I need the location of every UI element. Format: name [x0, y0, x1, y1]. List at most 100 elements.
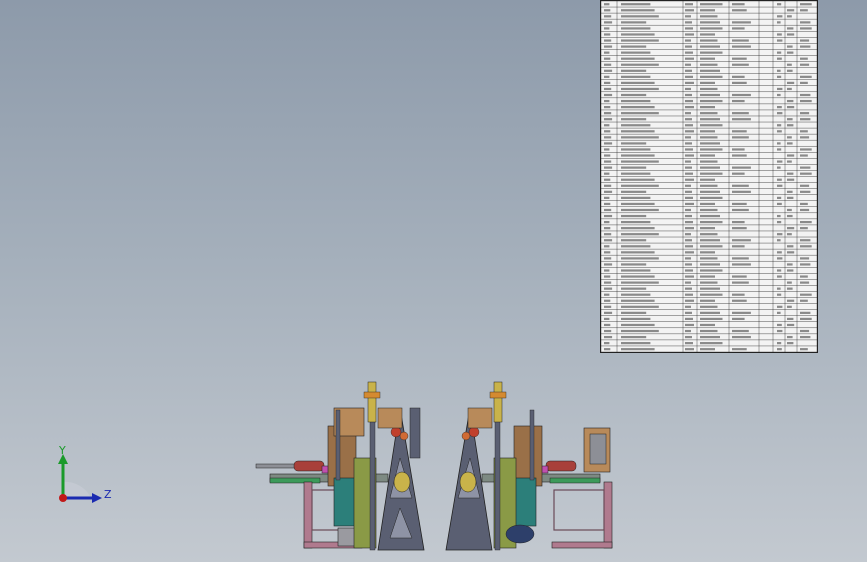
- bom-cell-text: [800, 311, 811, 314]
- bom-cell-text: [604, 87, 612, 91]
- bom-cell-text: [604, 305, 612, 308]
- bom-cell-text: [800, 317, 812, 321]
- bom-cell-text: [685, 51, 693, 54]
- bom-cell-text: [604, 166, 613, 169]
- graphics-viewport[interactable]: Y Z: [0, 0, 867, 562]
- bom-cell-text: [604, 178, 611, 181]
- bom-cell-text: [777, 21, 781, 24]
- bom-cell-text: [604, 263, 613, 266]
- bom-cell-text: [621, 57, 655, 60]
- bom-cell-text: [700, 124, 723, 127]
- bom-cell-text: [685, 208, 691, 212]
- frame-post: [369, 409, 376, 551]
- bom-cell-text: [604, 329, 612, 333]
- bom-cell-text: [777, 311, 781, 314]
- bom-cell-text: [621, 239, 647, 242]
- bom-cell-text: [732, 220, 745, 224]
- bom-cell-text: [777, 87, 783, 91]
- bom-cell-text: [787, 9, 795, 12]
- bom-cell-text: [621, 263, 647, 266]
- bom-cell-text: [777, 305, 783, 308]
- bom-cell-text: [700, 75, 723, 78]
- bom-cell-text: [604, 136, 612, 139]
- bom-cell-text: [604, 323, 611, 327]
- y-label: Y: [58, 444, 66, 457]
- bom-cell-text: [685, 130, 694, 133]
- orange-gear: [461, 431, 471, 441]
- bill-of-materials-table[interactable]: [600, 0, 818, 353]
- bom-cell-text: [800, 166, 811, 169]
- bom-cell-text: [685, 15, 691, 18]
- bom-cell-text: [787, 305, 792, 308]
- bom-cell-text: [787, 299, 795, 302]
- stand-foot: [551, 541, 613, 549]
- assembly-model[interactable]: [250, 378, 620, 553]
- bom-cell-text: [604, 33, 611, 36]
- bom-cell-text: [621, 299, 655, 302]
- bom-cell-text: [621, 51, 651, 54]
- bom-cell-text: [685, 227, 694, 230]
- bom-cell-text: [604, 63, 612, 66]
- bom-cell-text: [787, 118, 793, 121]
- right-machine[interactable]: [445, 381, 613, 551]
- bom-cell-text: [787, 154, 795, 157]
- bom-cell-text: [700, 21, 720, 24]
- bom-cell-text: [777, 323, 782, 327]
- bom-cell-text: [777, 239, 781, 242]
- bom-cell-text: [604, 269, 610, 272]
- bom-cell-text: [787, 27, 794, 30]
- bom-cell-text: [700, 81, 715, 85]
- bom-cell-text: [685, 263, 692, 266]
- push-rod: [255, 463, 297, 469]
- bom-cell-text: [787, 335, 793, 339]
- bom-cell-text: [685, 87, 691, 91]
- bom-cell-text: [685, 311, 692, 314]
- bom-cell-text: [700, 93, 720, 97]
- bom-cell-text: [732, 239, 751, 242]
- bom-cell-text: [621, 348, 655, 351]
- green-rail: [269, 477, 321, 484]
- bom-cell-text: [800, 93, 811, 97]
- bom-cell-text: [700, 245, 723, 248]
- bom-cell-text: [604, 106, 611, 109]
- x-axis-point: [59, 494, 67, 502]
- bom-cell-text: [700, 136, 718, 139]
- bom-cell-text: [777, 75, 782, 78]
- bom-cell-text: [732, 9, 747, 12]
- bom-cell-text: [604, 281, 612, 284]
- bom-cell-text: [777, 196, 782, 199]
- bom-cell-text: [604, 196, 610, 199]
- bom-cell-text: [787, 190, 793, 193]
- bom-cell-text: [700, 166, 720, 169]
- bom-cell-text: [700, 178, 715, 181]
- upper-block: [467, 407, 493, 429]
- bom-cell-text: [685, 148, 693, 151]
- bom-cell-text: [787, 51, 794, 54]
- bom-cell-text: [685, 160, 691, 163]
- bom-cell-text: [800, 21, 811, 24]
- bom-cell-text: [621, 233, 659, 236]
- bom-cell-text: [800, 190, 811, 193]
- bom-cell-text: [621, 245, 651, 248]
- bom-cell-text: [787, 233, 792, 236]
- bom-cell-text: [732, 263, 751, 266]
- bom-cell-text: [800, 208, 810, 212]
- bom-cell-text: [732, 275, 747, 278]
- bom-cell-text: [604, 233, 612, 236]
- bom-cell-text: [800, 81, 808, 85]
- left-machine[interactable]: [255, 381, 425, 551]
- orientation-triad: Y Z: [58, 444, 112, 503]
- bom-cell-text: [700, 87, 718, 91]
- bom-cell-text: [700, 281, 718, 284]
- bom-cell-text: [604, 239, 613, 242]
- frame-post: [529, 409, 535, 481]
- bom-cell-text: [685, 3, 693, 6]
- bom-cell-text: [777, 257, 783, 260]
- bom-cell-text: [700, 305, 718, 308]
- bom-cell-text: [685, 257, 691, 260]
- bom-cell-text: [777, 15, 783, 18]
- bom-cell-text: [604, 93, 613, 97]
- upper-block: [377, 407, 403, 429]
- bom-cell-text: [732, 45, 751, 48]
- bom-cell-text: [685, 93, 692, 97]
